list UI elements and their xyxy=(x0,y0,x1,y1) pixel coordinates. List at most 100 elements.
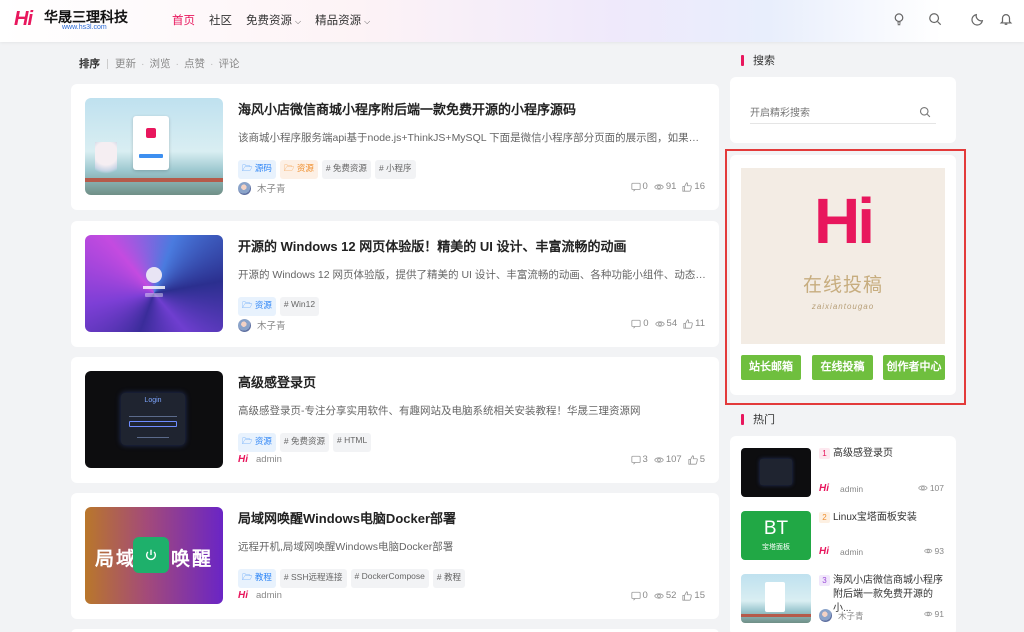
nav-item-home[interactable]: 首页 xyxy=(172,12,195,28)
like-count[interactable]: 15 xyxy=(682,590,705,601)
avatar: Hi xyxy=(819,546,829,557)
post-excerpt: 该商城小程序服务端api基于node.js+ThinkJS+MySQL 下面是微… xyxy=(238,132,708,144)
tag-keyword[interactable]: # Win12 xyxy=(279,297,320,316)
author-name: 木子青 xyxy=(257,184,286,195)
hot-thumbnail[interactable] xyxy=(741,448,811,497)
nav-item-community[interactable]: 社区 xyxy=(209,12,232,28)
view-value: 54 xyxy=(666,318,678,329)
tag-category[interactable]: 🗁 源码 xyxy=(238,160,276,179)
eye-icon xyxy=(918,485,928,491)
moon-icon[interactable] xyxy=(971,12,985,26)
post-card[interactable]: Login 高级感登录页 高级感登录页-专注分享实用软件、有趣网站及电脑系统相关… xyxy=(71,357,719,483)
logo-mark: Hi xyxy=(14,8,33,30)
post-thumbnail[interactable] xyxy=(85,98,223,195)
nav-label: 首页 xyxy=(172,15,195,27)
hot-thumbnail[interactable]: BT 宝塔面板 xyxy=(741,511,811,560)
like-count[interactable]: 16 xyxy=(682,181,705,192)
view-value: 91 xyxy=(934,609,944,619)
hot-title[interactable]: Linux宝塔面板安装 xyxy=(833,511,917,525)
folder-icon: 🗁 xyxy=(242,436,255,446)
hot-view-count: 107 xyxy=(918,483,944,493)
tag-label: 资源 xyxy=(254,300,272,310)
author-name: admin xyxy=(840,483,864,494)
nav-item-free-resources[interactable]: 免费资源 ⌵ xyxy=(246,12,301,28)
tag-category[interactable]: 🗁 教程 xyxy=(238,569,276,588)
view-value: 91 xyxy=(665,181,677,192)
sort-option-likes[interactable]: 点赞 xyxy=(184,56,205,71)
tag-label: 资源 xyxy=(254,436,272,446)
post-excerpt: 开源的 Windows 12 网页体验版，提供了精美的 UI 设计、丰富流畅的动… xyxy=(238,269,708,281)
eye-icon xyxy=(654,592,664,599)
thumbs-up-icon xyxy=(682,590,693,601)
tag-category[interactable]: 🗁 资源 xyxy=(279,160,318,179)
sort-option-views[interactable]: 浏览 xyxy=(150,56,171,71)
bell-icon[interactable] xyxy=(999,12,1013,26)
comment-icon xyxy=(630,455,641,464)
comment-icon xyxy=(630,182,641,191)
search-icon[interactable] xyxy=(919,106,931,118)
sort-option-comments[interactable]: 评论 xyxy=(219,56,240,71)
hot-thumbnail[interactable] xyxy=(741,574,811,623)
nav-label: 免费资源 xyxy=(246,15,292,27)
hot-title[interactable]: 高级感登录页 xyxy=(833,447,893,461)
post-title[interactable]: 局域网唤醒Windows电脑Docker部署 xyxy=(238,508,456,527)
post-thumbnail[interactable]: Login xyxy=(85,371,223,468)
post-card[interactable]: 局域 唤醒 局域网唤醒Windows电脑Docker部署 远程开机,局域网唤醒Wi… xyxy=(71,493,719,619)
comment-value: 0 xyxy=(643,318,649,329)
search-icon[interactable] xyxy=(928,12,942,26)
tag-keyword[interactable]: # 免费资源 xyxy=(321,160,371,179)
eye-icon xyxy=(924,548,933,554)
nav-label: 精品资源 xyxy=(315,15,362,27)
nav-item-premium-resources[interactable]: 精品资源 ⌵ xyxy=(315,12,370,28)
tag-keyword[interactable]: # DockerCompose xyxy=(350,569,429,588)
login-panel-graphic: Login xyxy=(121,393,185,445)
tag-keyword[interactable]: # 教程 xyxy=(432,569,465,588)
thumbs-up-icon xyxy=(683,318,693,329)
tag-keyword[interactable]: # 小程序 xyxy=(374,160,416,179)
hot-author[interactable]: 木子青 xyxy=(819,609,864,622)
post-author[interactable]: 木子青 xyxy=(238,181,286,195)
post-card[interactable]: 开源的 Windows 12 网页体验版！精美的 UI 设计、丰富流畅的动画 开… xyxy=(71,221,719,347)
post-title[interactable]: 海风小店微信商城小程序附后端一款免费开源的小程序源码 xyxy=(238,99,576,118)
tag-label: 资源 xyxy=(296,163,314,173)
tag-label: 源码 xyxy=(254,163,272,173)
tag-category[interactable]: 🗁 资源 xyxy=(238,433,276,452)
tag-keyword[interactable]: # 免费资源 xyxy=(279,433,330,452)
post-card[interactable]: 海风小店微信商城小程序附后端一款免费开源的小程序源码 该商城小程序服务端api基… xyxy=(71,84,719,210)
like-value: 15 xyxy=(694,590,705,601)
like-count[interactable]: 5 xyxy=(688,454,705,465)
hot-author[interactable]: Hi admin xyxy=(819,546,863,557)
like-count[interactable]: 11 xyxy=(683,318,705,329)
chevron-down-icon: ⌵ xyxy=(364,17,371,26)
post-author[interactable]: 木子青 xyxy=(238,318,286,332)
post-title[interactable]: 高级感登录页 xyxy=(238,372,316,391)
post-author[interactable]: Hi admin xyxy=(238,454,282,465)
eye-icon xyxy=(654,320,665,327)
hot-view-count: 91 xyxy=(924,609,944,619)
search-widget xyxy=(730,77,956,143)
author-name: 木子青 xyxy=(838,610,864,621)
folder-icon: 🗁 xyxy=(242,163,255,173)
tag-keyword[interactable]: # HTML xyxy=(333,433,372,452)
comment-count: 0 xyxy=(630,181,648,192)
section-title-text: 搜索 xyxy=(753,55,775,67)
post-thumbnail[interactable] xyxy=(85,235,223,332)
tag-category[interactable]: 🗁 资源 xyxy=(238,297,276,316)
post-excerpt: 高级感登录页-专注分享实用软件、有趣网站及电脑系统相关安装教程！华晟三理资源网 xyxy=(238,405,641,417)
post-author[interactable]: Hi admin xyxy=(238,590,282,601)
author-name: admin xyxy=(256,454,282,465)
search-input[interactable] xyxy=(750,104,936,124)
dot-separator: · xyxy=(175,57,180,70)
sort-option-updated[interactable]: 更新 xyxy=(115,56,136,71)
post-title[interactable]: 开源的 Windows 12 网页体验版！精美的 UI 设计、丰富流畅的动画 xyxy=(238,236,626,255)
lightbulb-icon[interactable] xyxy=(892,12,906,26)
rank-badge: 2 xyxy=(819,512,830,523)
post-thumbnail[interactable]: 局域 唤醒 xyxy=(85,507,223,604)
comment-icon xyxy=(630,591,641,600)
eye-icon xyxy=(654,183,664,190)
hot-author[interactable]: Hi admin xyxy=(819,483,863,494)
tag-keyword[interactable]: # SSH远程连接 xyxy=(279,569,347,588)
comment-value: 0 xyxy=(642,181,648,192)
avatar: Hi xyxy=(238,590,248,601)
avatar: Hi xyxy=(238,454,248,465)
